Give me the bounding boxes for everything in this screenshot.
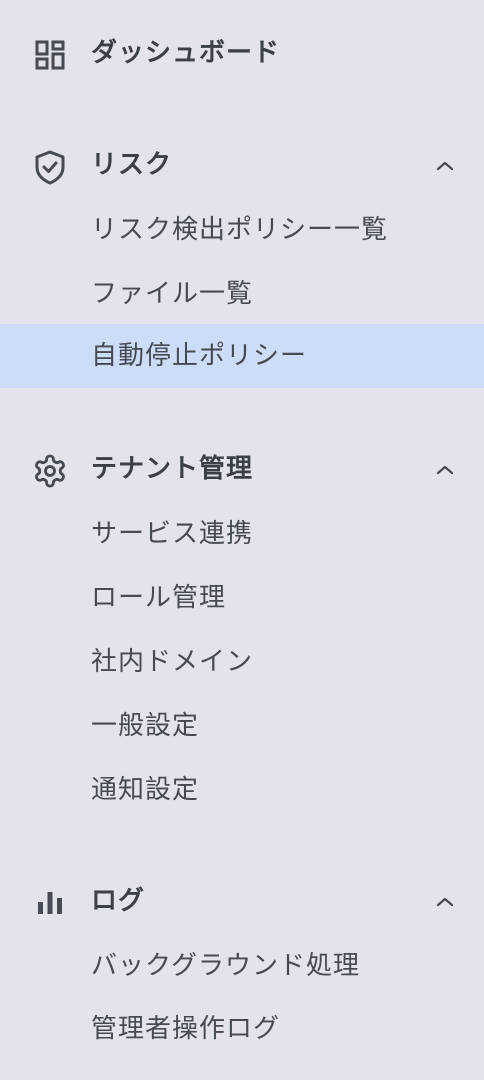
nav-item-label: 一般設定 [91,711,200,741]
nav-item-label: 自動停止ポリシー [91,341,308,371]
chevron-up-icon[interactable] [430,151,460,181]
nav-item-label: 社内ドメイン [91,647,254,677]
sidebar-item-file-list[interactable]: ファイル一覧 [0,262,484,326]
section-header-log[interactable]: ログ [0,869,484,933]
sidebar-item-general-settings[interactable]: 一般設定 [0,694,484,758]
bar-chart-icon [32,885,68,921]
section-header-tenant[interactable]: テナント管理 [0,437,484,501]
sidebar-item-auto-stop-policy[interactable]: 自動停止ポリシー [0,324,484,388]
gear-icon [32,453,68,489]
nav-item-label: バックグラウンド処理 [91,951,360,981]
sidebar-item-dashboard-label: ダッシュボード [91,38,281,68]
dashboard-icon [32,37,68,73]
section-risk-label: リスク [91,150,173,180]
sidebar-item-internal-domain[interactable]: 社内ドメイン [0,630,484,694]
nav-item-label: ファイル一覧 [91,279,254,309]
nav-item-label: ロール管理 [91,583,227,613]
sidebar-item-notification-settings[interactable]: 通知設定 [0,758,484,822]
section-tenant-label: テナント管理 [91,454,254,484]
sidebar-item-admin-operation-log[interactable]: 管理者操作ログ [0,997,484,1061]
nav-item-label: リスク検出ポリシー一覧 [91,215,389,245]
sidebar-item-background-processing[interactable]: バックグラウンド処理 [0,934,484,998]
sidebar-item-role-management[interactable]: ロール管理 [0,566,484,630]
nav-item-label: サービス連携 [91,519,254,549]
section-header-risk[interactable]: リスク [0,133,484,197]
sidebar: ダッシュボード リスク リスク検出ポリシー一覧 ファイル一覧 自動停止ポリシー [0,0,484,1080]
chevron-up-icon[interactable] [430,887,460,917]
chevron-up-icon[interactable] [430,455,460,485]
sidebar-item-dashboard[interactable]: ダッシュボード [0,21,484,85]
nav-item-label: 通知設定 [91,775,200,805]
sidebar-item-risk-detection-policy-list[interactable]: リスク検出ポリシー一覧 [0,198,484,262]
shield-check-icon [32,149,68,185]
section-log-label: ログ [91,886,146,916]
sidebar-item-service-integration[interactable]: サービス連携 [0,502,484,566]
nav-item-label: 管理者操作ログ [91,1014,281,1044]
